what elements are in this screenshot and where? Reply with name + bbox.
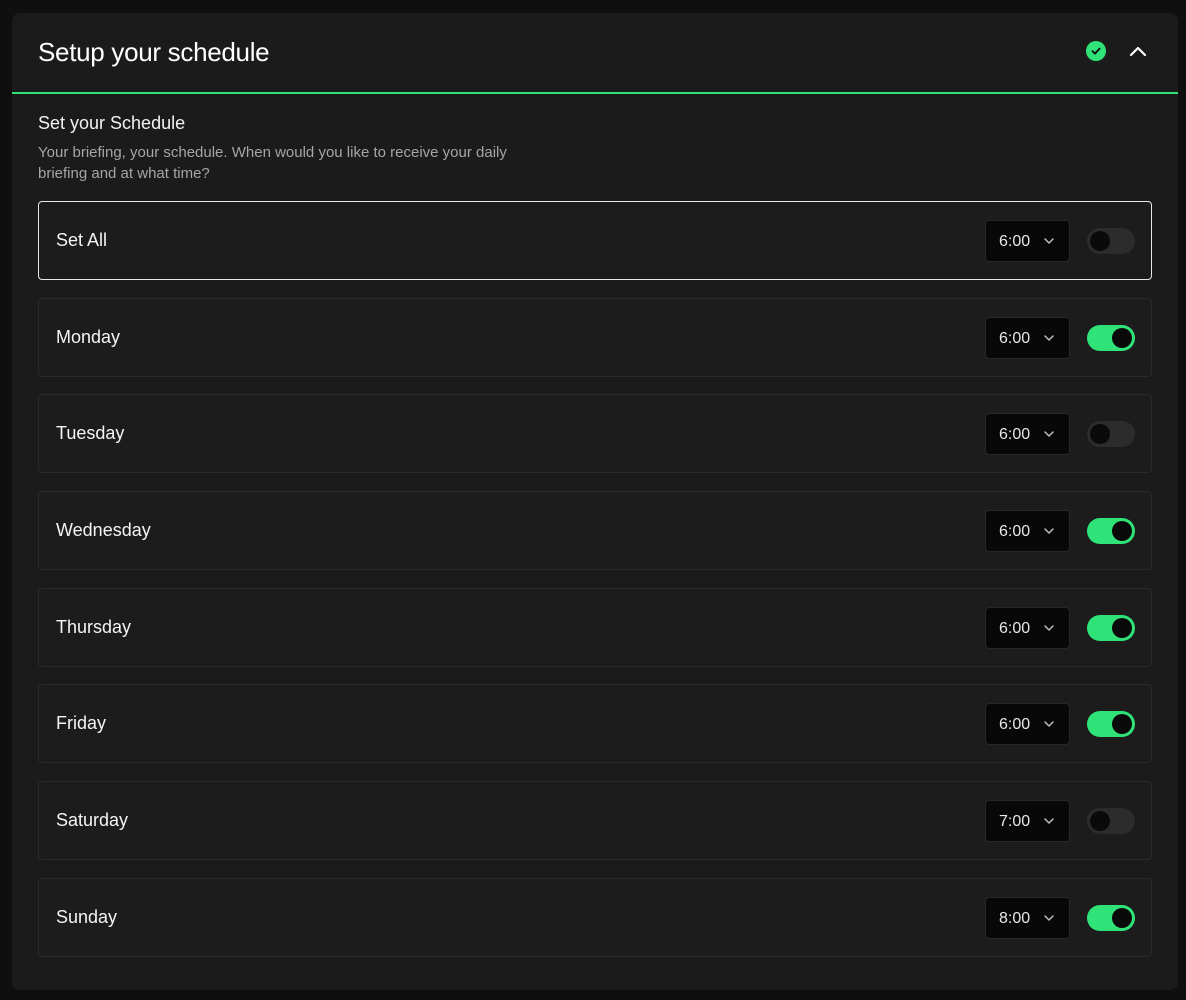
toggle-switch[interactable] bbox=[1087, 904, 1135, 931]
toggle-switch[interactable] bbox=[1087, 324, 1135, 351]
time-value: 8:00 bbox=[999, 909, 1031, 927]
time-value: 7:00 bbox=[999, 813, 1031, 831]
schedule-row-wednesday: Wednesday 6:00 bbox=[38, 491, 1152, 571]
day-label: Set All bbox=[56, 230, 108, 250]
schedule-row-set-all: Set All 6:00 bbox=[38, 201, 1152, 280]
chevron-down-icon bbox=[1042, 621, 1056, 635]
toggle-switch[interactable] bbox=[1087, 518, 1135, 545]
card-title: Setup your schedule bbox=[38, 37, 270, 67]
schedule-row-friday: Friday 6:00 bbox=[38, 684, 1152, 764]
toggle-knob bbox=[1112, 714, 1132, 735]
day-label: Friday bbox=[56, 713, 107, 734]
time-select[interactable]: 6:00 bbox=[985, 606, 1070, 649]
toggle-switch[interactable] bbox=[1087, 421, 1135, 448]
schedule-card: Setup your schedule Set your Schedule Yo… bbox=[12, 13, 1178, 990]
card-header[interactable]: Setup your schedule bbox=[12, 13, 1178, 94]
toggle-switch[interactable] bbox=[1087, 711, 1135, 738]
toggle-knob bbox=[1090, 811, 1110, 832]
chevron-down-icon bbox=[1042, 717, 1056, 731]
time-value: 6:00 bbox=[999, 523, 1031, 541]
time-value: 6:00 bbox=[999, 716, 1031, 734]
time-value: 6:00 bbox=[999, 329, 1031, 347]
time-select[interactable]: 6:00 bbox=[985, 510, 1070, 553]
check-circle-icon bbox=[1086, 41, 1106, 61]
day-label: Saturday bbox=[56, 810, 129, 831]
time-select[interactable]: 7:00 bbox=[985, 800, 1070, 843]
toggle-knob bbox=[1112, 617, 1132, 638]
toggle-knob bbox=[1112, 907, 1132, 928]
chevron-down-icon bbox=[1042, 814, 1056, 828]
day-label: Monday bbox=[56, 326, 121, 347]
schedule-row-saturday: Saturday 7:00 bbox=[38, 781, 1152, 861]
day-label: Tuesday bbox=[56, 423, 125, 444]
time-select[interactable]: 6:00 bbox=[985, 703, 1070, 746]
toggle-knob bbox=[1090, 231, 1110, 251]
schedule-row-monday: Monday 6:00 bbox=[38, 297, 1152, 377]
chevron-down-icon bbox=[1042, 524, 1056, 538]
day-label: Wednesday bbox=[56, 520, 151, 541]
toggle-switch[interactable] bbox=[1087, 614, 1135, 641]
schedule-row-tuesday: Tuesday 6:00 bbox=[38, 394, 1152, 474]
day-label: Sunday bbox=[56, 906, 118, 927]
chevron-down-icon bbox=[1042, 911, 1056, 925]
day-label: Thursday bbox=[56, 616, 132, 637]
time-select[interactable]: 6:00 bbox=[985, 220, 1070, 262]
schedule-row-thursday: Thursday 6:00 bbox=[38, 587, 1152, 667]
toggle-knob bbox=[1090, 424, 1110, 445]
chevron-down-icon bbox=[1042, 427, 1056, 441]
time-value: 6:00 bbox=[999, 619, 1031, 637]
chevron-down-icon bbox=[1042, 331, 1056, 345]
time-value: 6:00 bbox=[999, 233, 1031, 250]
toggle-switch[interactable] bbox=[1087, 228, 1135, 254]
time-select[interactable]: 6:00 bbox=[985, 413, 1070, 456]
toggle-knob bbox=[1112, 327, 1132, 348]
section-description: Your briefing, your schedule. When would… bbox=[38, 144, 507, 182]
chevron-down-icon bbox=[1042, 234, 1056, 248]
schedule-list: Set All 6:00 Monday 6:00 Tuesday 6:00 We… bbox=[38, 201, 1152, 975]
section-title: Set your Schedule bbox=[38, 113, 186, 133]
schedule-row-sunday: Sunday 8:00 bbox=[38, 877, 1152, 957]
time-value: 6:00 bbox=[999, 426, 1031, 444]
toggle-switch[interactable] bbox=[1087, 808, 1135, 835]
chevron-up-icon[interactable] bbox=[1126, 39, 1150, 63]
toggle-knob bbox=[1112, 521, 1132, 542]
time-select[interactable]: 8:00 bbox=[985, 896, 1070, 939]
time-select[interactable]: 6:00 bbox=[985, 316, 1070, 359]
